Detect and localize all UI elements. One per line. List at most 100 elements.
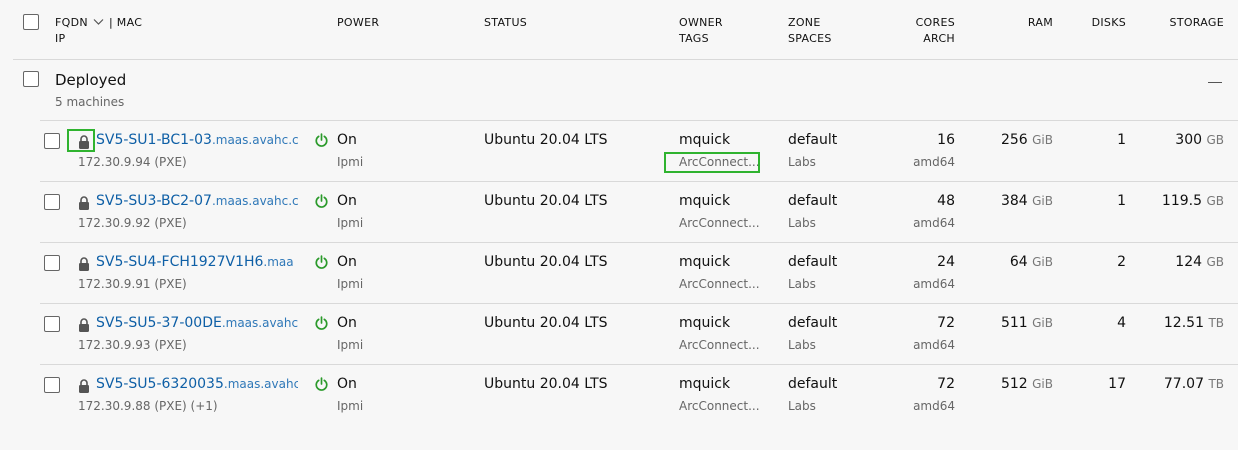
machine-cores: 72 <box>937 376 955 392</box>
machine-zone[interactable]: default <box>788 193 837 209</box>
power-state: On <box>337 315 357 331</box>
header-tags[interactable]: TAGS <box>679 32 709 45</box>
machine-tags[interactable]: ArcConnect... <box>679 338 760 352</box>
ram-value: 511 <box>1000 315 1028 331</box>
lock-icon <box>78 256 90 275</box>
machine-domain: .maas.avahc.c <box>211 133 298 147</box>
ram-unit: GiB <box>1032 194 1053 208</box>
ram-value: 64 <box>1009 254 1028 270</box>
machine-ram: 512 GiB <box>990 376 1053 392</box>
header-arch[interactable]: ARCH <box>895 32 955 45</box>
power-icon[interactable] <box>314 133 329 152</box>
machine-fqdn-link[interactable]: SV5-SU5-37-00DE.maas.avahc <box>96 315 298 331</box>
group-count: 5 machines <box>55 95 125 109</box>
row-checkbox[interactable] <box>44 133 60 149</box>
machine-tags[interactable]: ArcConnect... <box>679 399 760 413</box>
machine-fqdn-link[interactable]: SV5-SU1-BC1-03.maas.avahc.c <box>96 132 298 148</box>
ram-unit: GiB <box>1032 377 1053 391</box>
ram-value: 256 <box>1000 132 1028 148</box>
power-icon[interactable] <box>314 316 329 335</box>
machine-ip: 172.30.9.92 (PXE) <box>78 216 187 230</box>
power-state: On <box>337 132 357 148</box>
power-state: On <box>337 254 357 270</box>
machine-space: Labs <box>788 338 816 352</box>
divider <box>40 120 1238 121</box>
machine-disks: 1 <box>1117 193 1126 209</box>
machine-fqdn-link[interactable]: SV5-SU3-BC2-07.maas.avahc.c <box>96 193 298 209</box>
header-cores[interactable]: CORES <box>895 16 955 29</box>
divider <box>13 59 1238 60</box>
machine-owner: mquick <box>679 315 731 331</box>
power-icon[interactable] <box>314 377 329 396</box>
lock-icon <box>78 317 90 336</box>
header-power[interactable]: POWER <box>337 16 379 29</box>
row-checkbox[interactable] <box>44 377 60 393</box>
header-zone[interactable]: ZONE <box>788 16 821 29</box>
machine-status: Ubuntu 20.04 LTS <box>484 254 608 270</box>
minus-icon[interactable] <box>1208 82 1222 83</box>
header-mac[interactable]: | MAC <box>109 16 142 29</box>
machine-space: Labs <box>788 216 816 230</box>
chevron-down-icon[interactable] <box>93 18 104 26</box>
machine-cores: 24 <box>937 254 955 270</box>
header-fqdn[interactable]: FQDN <box>55 16 88 29</box>
storage-unit: TB <box>1208 316 1224 330</box>
header-ram[interactable]: RAM <box>1000 16 1053 29</box>
machine-ip: 172.30.9.93 (PXE) <box>78 338 187 352</box>
header-status[interactable]: STATUS <box>484 16 527 29</box>
row-checkbox[interactable] <box>44 194 60 210</box>
machine-tags[interactable]: ArcConnect... <box>679 216 760 230</box>
header-spaces[interactable]: SPACES <box>788 32 832 45</box>
machine-status: Ubuntu 20.04 LTS <box>484 132 608 148</box>
storage-unit: GB <box>1206 133 1224 147</box>
machine-space: Labs <box>788 277 816 291</box>
machine-hostname: SV5-SU1-BC1-03 <box>96 132 212 148</box>
machine-arch: amd64 <box>913 155 955 169</box>
header-storage[interactable]: STORAGE <box>1150 16 1224 29</box>
row-checkbox[interactable] <box>44 255 60 271</box>
machine-zone[interactable]: default <box>788 254 837 270</box>
power-icon[interactable] <box>314 255 329 274</box>
machine-domain: .maas.avahc <box>221 316 298 330</box>
power-type: Ipmi <box>337 338 364 352</box>
power-type: Ipmi <box>337 155 364 169</box>
machine-disks: 17 <box>1108 376 1126 392</box>
divider <box>40 181 1238 182</box>
machine-cores: 72 <box>937 315 955 331</box>
header-owner[interactable]: OWNER <box>679 16 723 29</box>
machine-storage: 300 GB <box>1140 132 1224 148</box>
machine-status: Ubuntu 20.04 LTS <box>484 376 608 392</box>
storage-value: 119.5 <box>1161 193 1203 209</box>
machine-disks: 2 <box>1117 254 1126 270</box>
machine-hostname: SV5-SU5-6320035 <box>96 376 224 392</box>
select-all-checkbox[interactable] <box>23 14 39 30</box>
machine-tags[interactable]: ArcConnect... <box>679 277 760 291</box>
machine-storage: 124 GB <box>1140 254 1224 270</box>
header-ip[interactable]: IP <box>55 32 65 45</box>
divider <box>40 242 1238 243</box>
divider <box>40 364 1238 365</box>
lock-icon <box>78 378 90 397</box>
machine-zone[interactable]: default <box>788 132 837 148</box>
machine-ram: 256 GiB <box>990 132 1053 148</box>
machine-ram: 511 GiB <box>990 315 1053 331</box>
power-state: On <box>337 376 357 392</box>
storage-unit: GB <box>1206 194 1224 208</box>
tags-highlight <box>664 152 760 173</box>
machine-fqdn-link[interactable]: SV5-SU5-6320035.maas.avahc <box>96 376 298 392</box>
group-checkbox[interactable] <box>23 71 39 87</box>
machine-ip: 172.30.9.91 (PXE) <box>78 277 187 291</box>
row-checkbox[interactable] <box>44 316 60 332</box>
machine-arch: amd64 <box>913 277 955 291</box>
machine-ip: 172.30.9.94 (PXE) <box>78 155 187 169</box>
header-disks[interactable]: DISKS <box>1076 16 1126 29</box>
machine-zone[interactable]: default <box>788 376 837 392</box>
machine-fqdn-link[interactable]: SV5-SU4-FCH1927V1H6.maa <box>96 254 298 270</box>
machine-disks: 1 <box>1117 132 1126 148</box>
power-icon[interactable] <box>314 194 329 213</box>
storage-unit: TB <box>1208 377 1224 391</box>
machine-zone[interactable]: default <box>788 315 837 331</box>
machine-storage: 77.07 TB <box>1140 376 1224 392</box>
machine-owner: mquick <box>679 132 731 148</box>
ram-value: 512 <box>1000 376 1028 392</box>
